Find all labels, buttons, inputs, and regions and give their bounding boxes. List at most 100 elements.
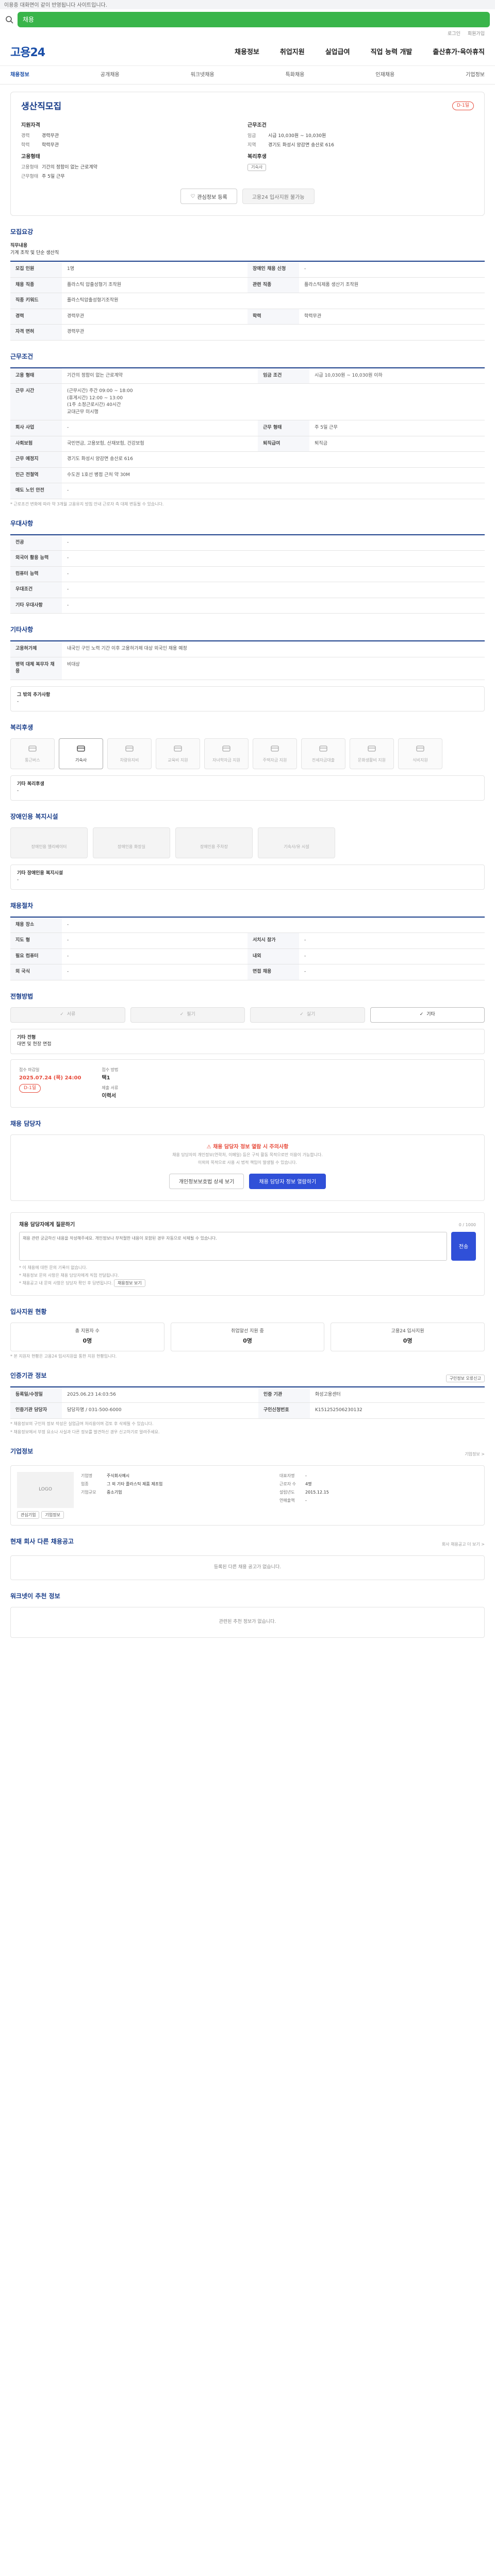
interest-button[interactable]: ♡ 관심정보 등록 (180, 189, 237, 204)
recruit-label: 모집 인원 (10, 261, 62, 278)
report-error-button[interactable]: 구인정보 오류신고 (446, 1375, 485, 1382)
welfare-card: 기숙사 (59, 738, 103, 769)
qna-note-3: * 채용공고 내 문의 사항은 담당자 확인 후 답변됩니다. 채용정보 보기 (19, 1279, 476, 1287)
condition-label: 근무 예정지 (10, 451, 62, 468)
recruit-table: 모집 인원 1명 장애인 채용 신청 - 채용 직종 플라스틱 압출성형기 조작원 관련 직… (10, 261, 485, 341)
login-link[interactable]: 로그인 (448, 31, 460, 38)
hire-section: 우대사항 전공 - 외국어 활용 능력 - 컴퓨터 능력 - 우대조건 - 기타 우대사항 - (10, 519, 485, 614)
disabled-grid: 장애인용 엘리베이터 장애인용 화장실 장애인용 주차장 기숙사/유 시설 (10, 827, 485, 858)
disabled-card: 장애인용 엘리베이터 (10, 827, 88, 858)
education-value: 학력무관 (42, 143, 59, 148)
employment-heading: 고용형태 (21, 154, 40, 160)
recruit-row: 채용 직종 플라스틱 압출성형기 조작원 관련 직종 플라스틱제품 생산기 조작원 (10, 277, 485, 293)
sub-nav: 채용정보 공개채용 워크넷채용 특화채용 인재채용 기업정보 (0, 66, 495, 84)
row-value: 내국인 구인 노력 기간 이후 고용허가제 대상 외국인 채용 예정 (62, 641, 485, 657)
subnav-special[interactable]: 특화채용 (286, 71, 305, 79)
subnav-worknet[interactable]: 워크넷채용 (191, 71, 214, 79)
condition-row: 사회보험 국민연금, 고용보험, 산재보험, 건강보험 퇴직급여 퇴직금 (10, 436, 485, 452)
work-type-label: 근무형태 (21, 174, 39, 179)
recruit-value: - (299, 261, 485, 278)
condition-value: 기간의 정함이 없는 근로계약 (62, 367, 258, 384)
company-info-value: - (305, 1473, 307, 1478)
recruit-value: 1명 (62, 261, 248, 278)
condition-value: (근무시간) 주간 09:00 ~ 18:00 (휴게시간) 12:00 ~ 1… (62, 383, 485, 420)
hire-row: 전공 - (10, 534, 485, 551)
wage-label: 임금 (248, 133, 256, 139)
condition-value: - (62, 483, 485, 499)
main-nav: 채용정보 취업지원 실업급여 직업 능력 개발 출산휴가·육아휴직 (235, 47, 485, 58)
condition-label: 사회보험 (10, 436, 62, 452)
info-heading: 인증기관 정보 (10, 1371, 47, 1379)
condition-value: 퇴직금 (309, 436, 485, 452)
hire-row: 우대조건 - (10, 582, 485, 598)
welfare-icon (367, 744, 376, 755)
condition-value: 주 5일 근무 (309, 420, 485, 436)
welfare-card: 자녀학자금 지원 (204, 738, 249, 769)
site-logo[interactable]: 고용24 (10, 44, 45, 61)
company-info-value: 2015.12.15 (305, 1489, 329, 1495)
company-info-col1: 기업명 주식회사예시 업종 그 외 기타 플라스틱 제품 제조업 기업규모 중소기업 (81, 1472, 279, 1519)
row-value: - (62, 566, 485, 582)
disabled-card: 장애인용 주차장 (175, 827, 253, 858)
subnav-company[interactable]: 기업정보 (466, 71, 485, 79)
subnav-open[interactable]: 공개채용 (101, 71, 120, 79)
qna-heading: 채용 담당자에게 질문하기 (19, 1222, 75, 1228)
nav-support[interactable]: 취업지원 (280, 47, 305, 58)
company-info-value: 주식회사예시 (107, 1473, 130, 1478)
process-heading: 채용절차 (10, 902, 34, 909)
row-label: 고용허가제 (10, 641, 62, 657)
privacy-detail-button[interactable]: 개인정보보호법 상세 보기 (169, 1173, 244, 1189)
condition-row: 인근 전철역 수도권 1호선 병점 근처 약 30M (10, 467, 485, 483)
region-label: 지역 (248, 143, 256, 148)
welfare-label: 식비지원 (412, 757, 428, 762)
recruit-row: 직종 키워드 플라스틱압출성형기조작원 (10, 293, 485, 309)
welfare-card: 문화생활비 지원 (350, 738, 394, 769)
company-info-label: 근로자 수 (279, 1481, 296, 1486)
apply-disabled-button[interactable]: 고용24 입사지원 불가능 (242, 189, 315, 204)
region-value: 경기도 화성시 양감면 송산로 616 (268, 143, 334, 148)
recommend-heading: 워크넷이 추천 정보 (10, 1592, 60, 1600)
subnav-jobs[interactable]: 채용정보 (10, 71, 29, 79)
company-link[interactable]: 기업정보 > (465, 1450, 485, 1458)
company-info-label: 설립년도 (279, 1489, 295, 1495)
search-icon[interactable] (5, 15, 13, 24)
welfare-label: 전세자금대출 (311, 757, 335, 762)
similar-heading: 현재 회사 다른 채용공고 (10, 1537, 74, 1545)
condition-row: 근무 예정지 경기도 화성시 양감면 송산로 616 (10, 451, 485, 468)
nav-benefit[interactable]: 실업급여 (325, 47, 350, 58)
search-input[interactable]: 채용 (18, 12, 490, 27)
info-value: 담당자명 / 031-500-6000 (62, 1402, 258, 1419)
qna-textarea[interactable] (19, 1231, 447, 1261)
welfare-label: 주택자금 지원 (262, 757, 287, 762)
qna-view-button[interactable]: 채용정보 보기 (114, 1279, 145, 1287)
row-value: - (62, 598, 485, 614)
welfare-heading: 복리후생 (248, 154, 267, 160)
recruit-value: 플라스틱제품 생산기 조작원 (299, 277, 485, 293)
subnav-talent[interactable]: 인재채용 (375, 71, 394, 79)
nav-training[interactable]: 직업 능력 개발 (371, 47, 412, 58)
row-label: 기타 우대사항 (10, 598, 62, 614)
nav-leave[interactable]: 출산휴가·육아휴직 (433, 47, 485, 58)
process-value: - (62, 948, 248, 964)
view-manager-button[interactable]: 채용 담당자 정보 열람하기 (249, 1173, 326, 1189)
career-label: 경력 (21, 133, 30, 139)
recruit-section: 모집요강 직무내용 기계 조작 및 단순 생산직 모집 인원 1명 장애인 채용 신… (10, 227, 485, 341)
signup-link[interactable]: 회원가입 (468, 31, 485, 38)
method-etc-value: 대면 및 현장 면접 (17, 1042, 52, 1047)
company-more-button[interactable]: 기업정보 (41, 1511, 64, 1519)
hire-heading: 우대사항 (10, 519, 34, 527)
qna-send-button[interactable]: 전송 (451, 1231, 476, 1261)
recruit-label: 자격 면허 (10, 324, 62, 341)
company-interest-button[interactable]: 관심기업 (17, 1511, 40, 1519)
condition-row: 회사 사업 - 근무 형태 주 5일 근무 (10, 420, 485, 436)
method-step: ✓ 서류 (10, 1007, 125, 1023)
company-info-label: 연매출액 (279, 1498, 295, 1503)
company-info-col2: 대표자명 - 근로자 수 4명 설립년도 2015.12.15 연매출액 - (279, 1472, 478, 1519)
row-label: 컴퓨터 능력 (10, 566, 62, 582)
disabled-label: 장애인용 엘리베이터 (31, 844, 67, 849)
similar-more-link[interactable]: 회사 채용공고 더 보기 > (442, 1540, 485, 1548)
nav-jobs[interactable]: 채용정보 (235, 47, 259, 58)
welfare-card: 전세자금대출 (301, 738, 345, 769)
process-section: 채용절차 채용 장소 - 지도 형 - 서치시 참가 - 필요 컴퓨터 - 내외 - 외 국식 - 면접… (10, 901, 485, 980)
qualification-heading: 지원자격 (21, 123, 40, 128)
